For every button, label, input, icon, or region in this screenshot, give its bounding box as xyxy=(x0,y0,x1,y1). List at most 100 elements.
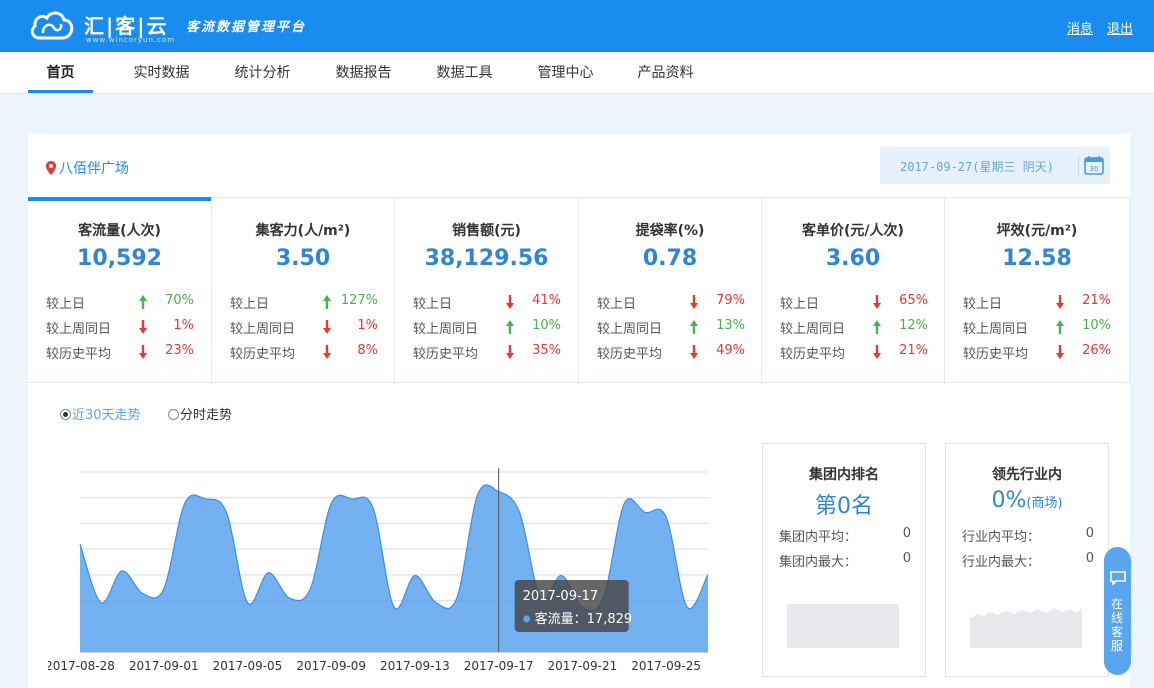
nav-product-docs[interactable]: 产品资料 xyxy=(628,52,703,94)
calendar-icon[interactable]: 30 xyxy=(1084,155,1104,175)
nav-active-indicator xyxy=(28,90,93,93)
kpi-card[interactable]: 坪效(元/m²) 12.58 较上日 21% 较上周同日 10% 较历史平均 26% xyxy=(945,198,1130,384)
arrow-down-icon xyxy=(873,295,881,309)
comparison-pct: 79% xyxy=(716,293,745,308)
arrow-up-icon xyxy=(1056,320,1064,334)
platform-slogan: 客流数据管理平台 xyxy=(186,20,307,35)
brand-name: 汇|客|云 xyxy=(84,14,169,38)
comparison-label: 较上日 xyxy=(413,297,453,312)
mini-chart-placeholder xyxy=(787,604,899,648)
nav-home[interactable]: 首页 xyxy=(28,52,93,94)
arrow-down-icon xyxy=(139,345,147,359)
arrow-down-icon xyxy=(1056,345,1064,359)
kpi-title: 坪效(元/m²) xyxy=(996,223,1078,239)
chart-x-tick-label: 2017-09-05 xyxy=(213,659,283,673)
chart-x-tick-label: 2017-09-01 xyxy=(129,659,199,673)
tooltip-date: 2017-09-17 xyxy=(523,589,599,604)
chart-x-tick-label: 2017-09-09 xyxy=(296,659,366,673)
map-pin-icon xyxy=(46,161,56,175)
date-picker[interactable]: 2017-09-27(星期三 阴天) 30 xyxy=(880,147,1110,184)
kpi-comparison-row: 较历史平均 23% xyxy=(46,343,194,363)
kpi-value: 0.78 xyxy=(642,246,698,271)
comparison-pct: 12% xyxy=(899,318,928,333)
comparison-pct: 49% xyxy=(716,343,745,358)
comparison-pct: 70% xyxy=(165,293,194,308)
kpi-value: 38,129.56 xyxy=(424,246,549,271)
logout-link[interactable]: 退出 xyxy=(1107,18,1133,37)
traffic-trend-chart[interactable]: 2017-08-28 2017-09-01 2017-09-05 2017-09-09… xyxy=(48,464,718,684)
panel-row: 集团内平均： 0 xyxy=(779,526,911,545)
comparison-pct: 21% xyxy=(1082,293,1111,308)
nav-realtime[interactable]: 实时数据 xyxy=(124,52,199,94)
date-divider xyxy=(1078,155,1079,176)
comparison-label: 较上日 xyxy=(597,297,637,312)
online-service-button[interactable]: 在线客服 xyxy=(1104,547,1131,675)
kpi-comparison-row: 较上日 41% xyxy=(413,293,561,313)
chart-x-tick-label: 2017-09-21 xyxy=(548,659,618,673)
comparison-pct: 10% xyxy=(1082,318,1111,333)
tooltip-series-dot xyxy=(523,615,531,623)
arrow-down-icon xyxy=(139,320,147,334)
top-header: 汇|客|云 www.wincoryun.com 客流数据管理平台 消息 退出 xyxy=(0,0,1154,52)
comparison-label: 较历史平均 xyxy=(413,347,479,362)
kpi-card[interactable]: 销售额(元) 38,129.56 较上日 41% 较上周同日 10% 较历史平均 35% xyxy=(395,198,579,384)
kpi-comparison-row: 较历史平均 49% xyxy=(597,343,745,363)
trend-30days-radio[interactable]: 近30天走势 xyxy=(60,404,141,423)
comparison-label: 较上周同日 xyxy=(230,322,296,337)
arrow-down-icon xyxy=(323,320,331,334)
kpi-comparison-row: 较上周同日 12% xyxy=(780,318,928,338)
cloud-logo-icon xyxy=(30,11,74,40)
arrow-down-icon xyxy=(873,345,881,359)
comparison-label: 较上周同日 xyxy=(963,322,1029,337)
online-service-label: 在线客服 xyxy=(1111,597,1124,653)
brand-url: www.wincoryun.com xyxy=(86,36,176,44)
kpi-comparison-row: 较上周同日 13% xyxy=(597,318,745,338)
arrow-up-icon xyxy=(323,295,331,309)
arrow-up-icon xyxy=(506,320,514,334)
kpi-comparison-row: 较上周同日 10% xyxy=(963,318,1111,338)
location-label[interactable]: 八佰伴广场 xyxy=(46,158,129,178)
comparison-pct: 10% xyxy=(532,318,561,333)
kpi-title: 客流量(人次) xyxy=(78,223,161,239)
date-text: 2017-09-27(星期三 阴天) xyxy=(900,160,1054,174)
main-nav: 首页 实时数据 统计分析 数据报告 数据工具 管理中心 产品资料 xyxy=(0,52,1154,94)
comparison-pct: 26% xyxy=(1082,343,1111,358)
nav-tools[interactable]: 数据工具 xyxy=(427,52,502,94)
comparison-label: 较上日 xyxy=(46,297,86,312)
nav-statistics[interactable]: 统计分析 xyxy=(225,52,300,94)
nav-reports[interactable]: 数据报告 xyxy=(326,52,401,94)
kpi-row: 客流量(人次) 10,592 较上日 70% 较上周同日 1% 较历史平均 23% 集客力(人/… xyxy=(28,197,1130,384)
kpi-card[interactable]: 客流量(人次) 10,592 较上日 70% 较上周同日 1% 较历史平均 23% xyxy=(28,197,212,384)
comparison-label: 较历史平均 xyxy=(230,347,296,362)
kpi-comparison-row: 较上日 21% xyxy=(963,293,1111,313)
panel-big-value: 0%(商场) xyxy=(991,488,1063,513)
panel-big-value: 第0名 xyxy=(815,494,873,519)
nav-management[interactable]: 管理中心 xyxy=(528,52,603,94)
kpi-card[interactable]: 集客力(人/m²) 3.50 较上日 127% 较上周同日 1% 较历史平均 8% xyxy=(212,198,395,384)
kpi-card[interactable]: 提袋率(%) 0.78 较上日 79% 较上周同日 13% 较历史平均 49% xyxy=(579,198,762,384)
radio-unselected-icon xyxy=(168,409,179,420)
mini-chart-sparkline xyxy=(970,608,1082,648)
messages-link[interactable]: 消息 xyxy=(1067,18,1093,37)
trend-hourly-radio[interactable]: 分时走势 xyxy=(168,404,232,423)
kpi-comparison-row: 较上周同日 1% xyxy=(46,318,194,338)
kpi-title: 销售额(元) xyxy=(452,223,521,239)
arrow-down-icon xyxy=(690,295,698,309)
comparison-pct: 8% xyxy=(357,343,378,358)
comparison-pct: 1% xyxy=(357,318,378,333)
kpi-comparison-row: 较上日 79% xyxy=(597,293,745,313)
location-name: 八佰伴广场 xyxy=(59,161,129,177)
comparison-pct: 23% xyxy=(165,343,194,358)
chat-icon xyxy=(1110,571,1126,585)
chart-tooltip: 2017-09-17 客流量：17,829 xyxy=(514,580,632,632)
arrow-up-icon xyxy=(139,295,147,309)
industry-lead-panel: 领先行业内 0%(商场) 行业内平均： 0 行业内最大： 0 xyxy=(945,443,1109,677)
kpi-comparison-row: 较上日 127% xyxy=(230,293,378,313)
arrow-down-icon xyxy=(506,345,514,359)
kpi-card[interactable]: 客单价(元/人次) 3.60 较上日 65% 较上周同日 12% 较历史平均 21% xyxy=(762,198,945,384)
kpi-title: 客单价(元/人次) xyxy=(802,223,904,239)
kpi-comparison-row: 较历史平均 8% xyxy=(230,343,378,363)
comparison-label: 较历史平均 xyxy=(780,347,846,362)
arrow-down-icon xyxy=(1056,295,1064,309)
panel-title: 集团内排名 xyxy=(809,467,879,483)
